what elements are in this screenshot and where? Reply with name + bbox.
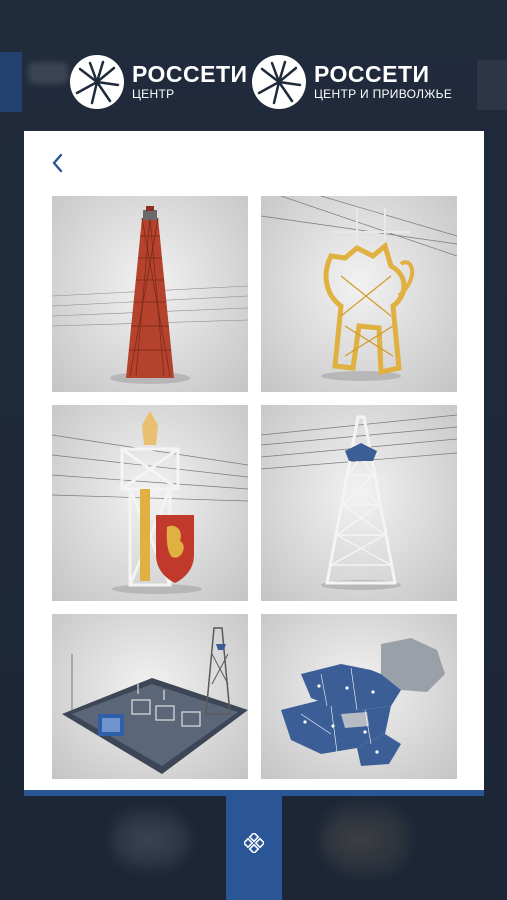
gallery-item-substation[interactable] [52, 614, 248, 779]
rosseti-logo-icon [252, 55, 306, 109]
gallery-item-knight-pylon[interactable] [52, 405, 248, 601]
grid-menu-icon [244, 833, 264, 853]
gallery-panel [24, 131, 484, 790]
gallery-item-shukhov-tower[interactable] [52, 196, 248, 392]
gallery-item-lion-pylon[interactable] [261, 196, 457, 392]
background-blur-bottom-left [110, 810, 190, 870]
gallery-item-lattice-pylon[interactable] [261, 405, 457, 601]
menu-tab-button[interactable] [226, 796, 282, 900]
brand-subtitle: ЦЕНТР [132, 87, 175, 101]
gallery-item-region-map[interactable] [261, 614, 457, 779]
header: РОССЕТИ ЦЕНТР РОССЕТИ ЦЕНТР И ПРИВОЛЖЬЕ [0, 55, 507, 115]
brand-rosseti-center-volga: РОССЕТИ ЦЕНТР И ПРИВОЛЖЬЕ [252, 55, 452, 109]
brand-name: РОССЕТИ [132, 61, 248, 87]
chevron-left-icon [52, 153, 63, 173]
brand-subtitle: ЦЕНТР И ПРИВОЛЖЬЕ [314, 87, 453, 101]
background-blur-bottom-right [320, 805, 410, 875]
rosseti-logo-icon [70, 55, 124, 109]
back-button[interactable] [48, 151, 68, 175]
brand-rosseti-center: РОССЕТИ ЦЕНТР [70, 55, 248, 109]
brand-name: РОССЕТИ [314, 61, 430, 87]
